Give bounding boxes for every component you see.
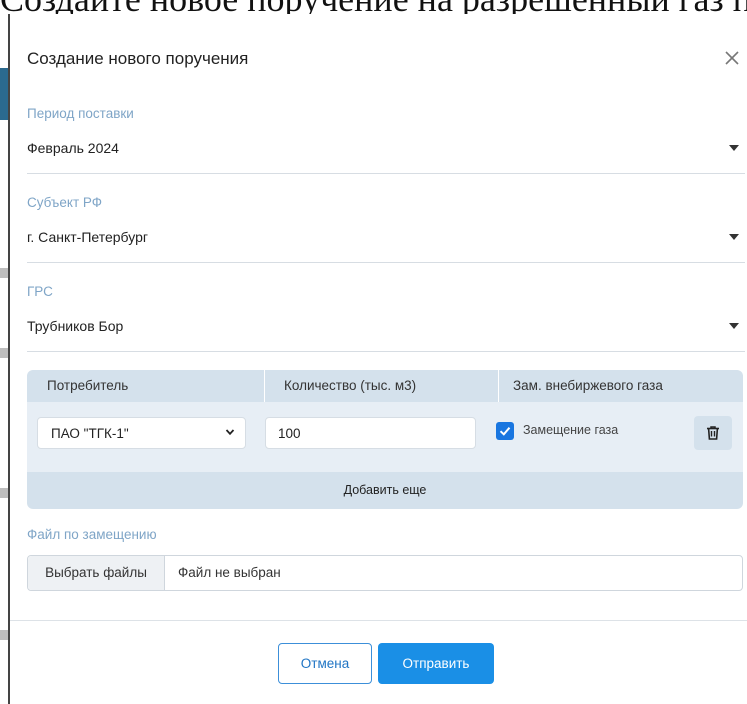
- delete-row-button[interactable]: [694, 416, 732, 450]
- grs-label: ГРС: [27, 284, 53, 299]
- region-label: Субъект РФ: [27, 195, 102, 210]
- add-more-button[interactable]: Добавить еще: [27, 472, 743, 509]
- consumers-table: Потребитель Количество (тыс. м3) Зам. вн…: [27, 370, 743, 509]
- choose-files-button[interactable]: Выбрать файлы: [28, 556, 165, 590]
- checkmark-icon: [499, 427, 511, 436]
- column-header-replacement: Зам. внебиржевого газа: [513, 378, 663, 393]
- field-underline: [27, 262, 745, 263]
- background-tick: [0, 630, 8, 640]
- period-select[interactable]: Период поставки Февраль 2024: [27, 106, 745, 176]
- background-heading: Создайте новое поручение на разрешенный …: [0, 0, 747, 14]
- column-divider: [264, 370, 265, 402]
- file-status: Файл не выбран: [178, 565, 281, 580]
- field-underline: [27, 173, 745, 174]
- column-divider: [498, 370, 499, 402]
- grs-select[interactable]: ГРС Трубников Бор: [27, 284, 745, 354]
- close-icon: [725, 51, 739, 65]
- caret-down-icon: [729, 234, 739, 240]
- trash-icon: [707, 426, 719, 440]
- footer-divider: [10, 620, 747, 621]
- modal-title: Создание нового поручения: [27, 49, 249, 68]
- background-tick: [0, 488, 8, 498]
- period-label: Период поставки: [27, 106, 134, 121]
- close-button[interactable]: [719, 45, 745, 71]
- column-header-consumer: Потребитель: [47, 378, 129, 393]
- background-tick: [0, 268, 8, 278]
- table-row: ПАО "ТГК-1" Замещение газа: [27, 402, 743, 472]
- grs-value: Трубников Бор: [27, 318, 124, 334]
- period-value: Февраль 2024: [27, 140, 119, 156]
- replacement-checkbox[interactable]: [496, 422, 514, 440]
- quantity-input[interactable]: [265, 417, 476, 449]
- consumer-select[interactable]: ПАО "ТГК-1": [37, 417, 246, 449]
- cancel-button[interactable]: Отмена: [278, 643, 372, 684]
- field-underline: [27, 351, 745, 352]
- caret-down-icon: [729, 145, 739, 151]
- file-input[interactable]: Выбрать файлы Файл не выбран: [27, 555, 743, 591]
- file-label: Файл по замещению: [27, 527, 157, 542]
- create-order-modal: Создание нового поручения Период поставк…: [10, 14, 747, 704]
- consumer-value: ПАО "ТГК-1": [51, 426, 129, 441]
- modal-header: Создание нового поручения: [10, 14, 747, 104]
- column-header-quantity: Количество (тыс. м3): [284, 378, 417, 393]
- chevron-down-icon: [225, 429, 235, 436]
- region-value: г. Санкт-Петербург: [27, 229, 148, 245]
- submit-button[interactable]: Отправить: [378, 643, 494, 684]
- caret-down-icon: [729, 323, 739, 329]
- region-select[interactable]: Субъект РФ г. Санкт-Петербург: [27, 195, 745, 265]
- background-tick: [0, 348, 8, 358]
- replacement-checkbox-label: Замещение газа: [523, 423, 619, 437]
